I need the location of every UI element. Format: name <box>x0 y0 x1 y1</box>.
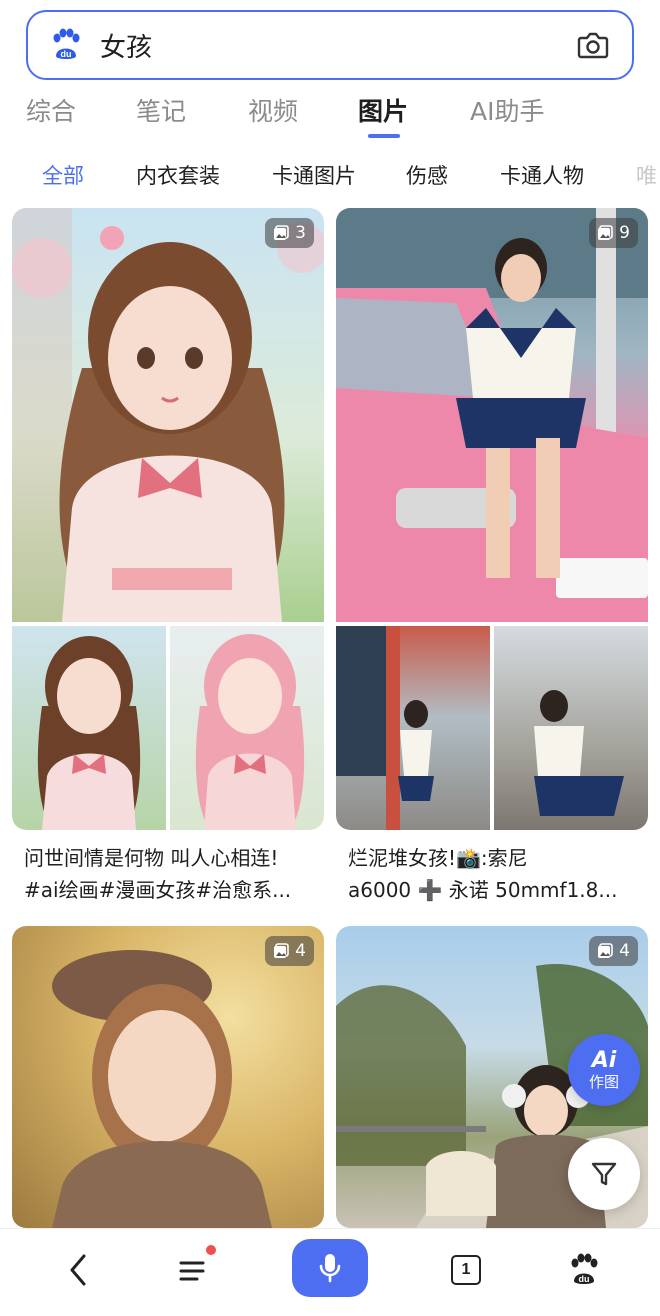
back-icon[interactable] <box>56 1239 100 1301</box>
ai-draw-label-top: Ai <box>591 1048 617 1073</box>
card-2-caption-line-1[interactable]: 烂泥堆女孩!📸:索尼 <box>348 842 648 874</box>
tag-more[interactable]: 唯 <box>636 160 657 190</box>
tab-images[interactable]: 图片 <box>358 92 408 128</box>
cartoon-girl-image <box>12 208 324 622</box>
main-tabs: 综合 笔记 视频 图片 AI助手 <box>0 92 660 142</box>
image-count-badge: 3 <box>265 218 314 248</box>
tab-comprehensive[interactable]: 综合 <box>26 92 76 128</box>
filter-tags: 全部 内衣套装 卡通图片 伤感 卡通人物 唯 <box>0 160 660 196</box>
gallery-icon <box>274 943 289 958</box>
tag-cartoon-pictures[interactable]: 卡通图片 <box>272 160 356 190</box>
tag-all[interactable]: 全部 <box>42 160 84 190</box>
gallery-icon <box>274 225 289 240</box>
cartoon-girl-thumb-1 <box>12 626 166 830</box>
image-count: 3 <box>295 223 306 243</box>
tab-video[interactable]: 视频 <box>248 92 298 128</box>
card-2-caption-line-2[interactable]: a6000 ➕ 永诺 50mmf1.8... <box>348 874 648 906</box>
camera-icon[interactable] <box>572 24 614 66</box>
image-count: 9 <box>619 223 630 243</box>
menu-icon[interactable] <box>172 1239 216 1301</box>
image-card-2[interactable]: 9 <box>336 208 648 830</box>
tag-lingerie-set[interactable]: 内衣套装 <box>136 160 220 190</box>
search-bar[interactable]: du 女孩 <box>26 10 634 80</box>
bottom-nav: 1 du <box>0 1228 660 1316</box>
card-1-caption-line-1[interactable]: 问世间情是何物 叫人心相连! <box>24 842 324 874</box>
tab-ai-assistant[interactable]: AI助手 <box>470 92 544 128</box>
girl-railway-thumb <box>494 626 648 830</box>
tag-cartoon-characters[interactable]: 卡通人物 <box>500 160 584 190</box>
svg-text:du: du <box>579 1274 590 1284</box>
image-count-badge: 4 <box>265 936 314 966</box>
image-card-3[interactable]: 4 <box>12 926 324 1228</box>
svg-text:du: du <box>61 49 72 59</box>
tabs-count: 1 <box>451 1255 481 1285</box>
voice-search-button[interactable] <box>292 1239 368 1297</box>
image-count: 4 <box>619 941 630 961</box>
tab-notes[interactable]: 笔记 <box>136 92 186 128</box>
filter-icon <box>591 1162 617 1186</box>
notification-dot <box>206 1245 216 1255</box>
girl-with-beret-image <box>12 926 324 1228</box>
card-1-caption-line-2[interactable]: #ai绘画#漫画女孩#治愈系... <box>24 874 324 906</box>
image-card-1[interactable]: 3 <box>12 208 324 830</box>
image-count-badge: 9 <box>589 218 638 248</box>
image-count: 4 <box>295 941 306 961</box>
cartoon-girl-thumb-2 <box>170 626 324 830</box>
girl-street-thumb <box>336 626 490 830</box>
baidu-paw-icon[interactable]: du <box>562 1239 606 1301</box>
search-input[interactable]: 女孩 <box>100 27 572 64</box>
girl-on-pink-car-image <box>336 208 648 622</box>
microphone-icon <box>319 1254 341 1283</box>
baidu-paw-icon: du <box>46 25 86 65</box>
ai-draw-button[interactable]: Ai 作图 <box>568 1034 640 1106</box>
image-count-badge: 4 <box>589 936 638 966</box>
tag-sad[interactable]: 伤感 <box>406 160 448 190</box>
gallery-icon <box>598 225 613 240</box>
tabs-button[interactable]: 1 <box>448 1239 484 1301</box>
filter-button[interactable] <box>568 1138 640 1210</box>
ai-draw-label-bottom: 作图 <box>588 1073 619 1091</box>
active-tab-indicator <box>368 134 400 138</box>
gallery-icon <box>598 943 613 958</box>
